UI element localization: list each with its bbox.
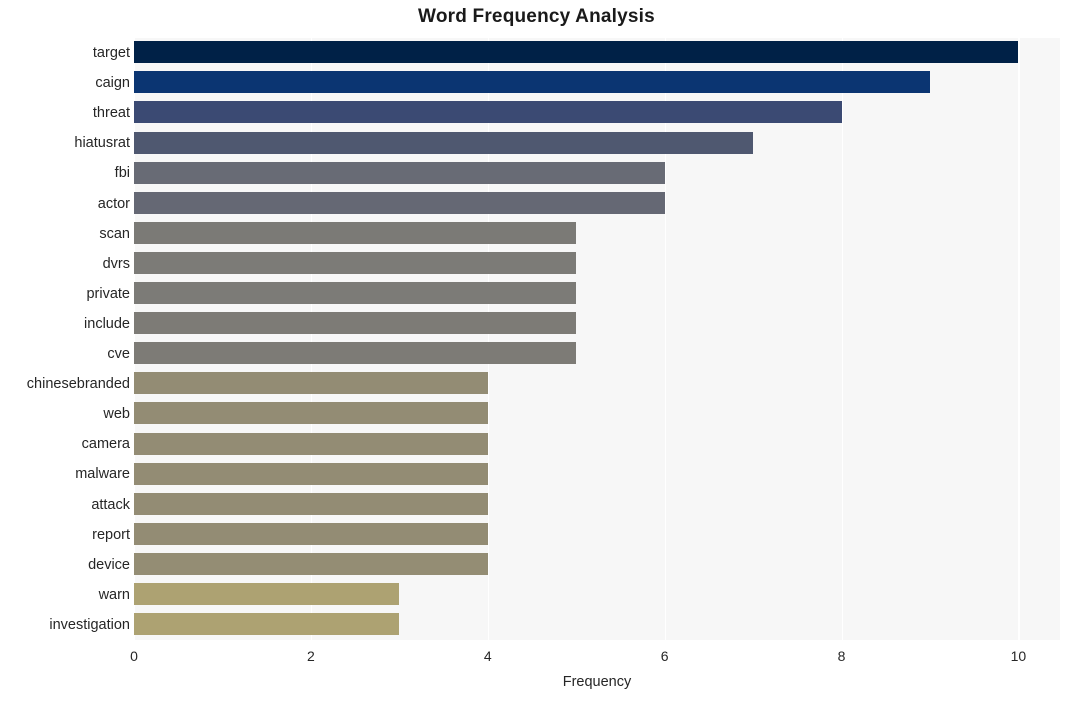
bar <box>134 552 488 575</box>
x-axis-title: Frequency <box>562 674 632 690</box>
y-axis-label: web <box>103 406 130 423</box>
bar <box>134 282 577 305</box>
bar <box>134 221 577 244</box>
bar <box>134 101 842 124</box>
y-axis-label: chinesebranded <box>26 376 130 393</box>
x-axis-tick-label: 2 <box>306 648 315 664</box>
y-axis-label: hiatusrat <box>74 135 130 152</box>
y-axis-label: report <box>92 526 130 543</box>
bar <box>134 251 577 274</box>
y-axis-label: fbi <box>114 165 130 182</box>
y-axis-label: target <box>92 45 130 62</box>
y-axis-label: attack <box>91 496 130 513</box>
bar <box>134 342 577 365</box>
y-axis-label: scan <box>99 225 130 242</box>
chart-title: Word Frequency Analysis <box>418 6 655 27</box>
bar <box>134 191 665 214</box>
y-axis-label: device <box>88 556 130 573</box>
y-axis-labels: target caign threat hiatusrat fbi actor scan dv… <box>0 38 130 640</box>
y-axis-label: investigation <box>49 616 130 633</box>
bar <box>134 492 488 515</box>
y-axis-label: include <box>84 315 130 332</box>
word-frequency-chart: Word Frequency Analysis target caign threa… <box>0 0 1073 701</box>
bar <box>134 432 488 455</box>
y-axis-label: caign <box>95 75 130 92</box>
bar <box>134 583 400 606</box>
bar <box>134 71 930 94</box>
bar <box>134 372 488 395</box>
bar <box>134 522 488 545</box>
y-axis-label: malware <box>75 466 130 483</box>
bars-container <box>134 38 1060 640</box>
y-axis-label: dvrs <box>102 255 130 272</box>
y-axis-label: actor <box>97 195 130 212</box>
plot-area <box>134 38 1060 640</box>
y-axis-label: threat <box>92 105 130 122</box>
y-axis-label: camera <box>81 436 130 453</box>
bar <box>134 402 488 425</box>
y-axis-label: warn <box>98 586 130 603</box>
y-axis-label: private <box>86 285 130 302</box>
x-axis-tick-label: 0 <box>130 648 138 664</box>
bar <box>134 462 488 485</box>
bar <box>134 613 400 636</box>
y-axis-label: cve <box>107 346 130 363</box>
bar <box>134 41 1019 64</box>
x-axis-tick-label: 10 <box>1010 648 1027 664</box>
bar <box>134 131 754 154</box>
bar <box>134 312 577 335</box>
x-axis-tick-label: 8 <box>837 648 846 664</box>
x-axis-tick-label: 6 <box>660 648 669 664</box>
x-axis-tick-label: 4 <box>483 648 492 664</box>
bar <box>134 161 665 184</box>
